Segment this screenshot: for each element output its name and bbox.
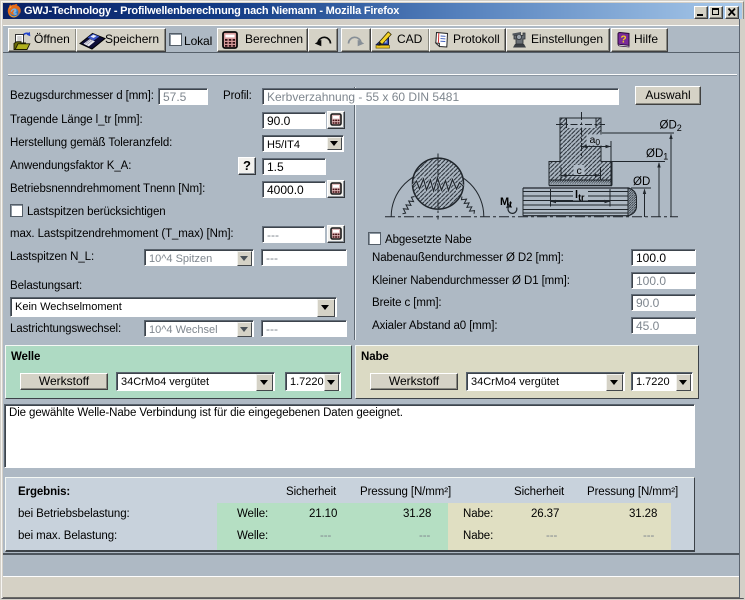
- svg-text:Mt: Mt: [500, 196, 512, 210]
- svg-text:ØD1: ØD1: [646, 148, 668, 162]
- svg-text:ØD: ØD: [633, 176, 650, 188]
- svg-text:c: c: [577, 165, 582, 177]
- svg-text:?: ?: [621, 35, 627, 46]
- svg-text:ØD2: ØD2: [660, 120, 682, 134]
